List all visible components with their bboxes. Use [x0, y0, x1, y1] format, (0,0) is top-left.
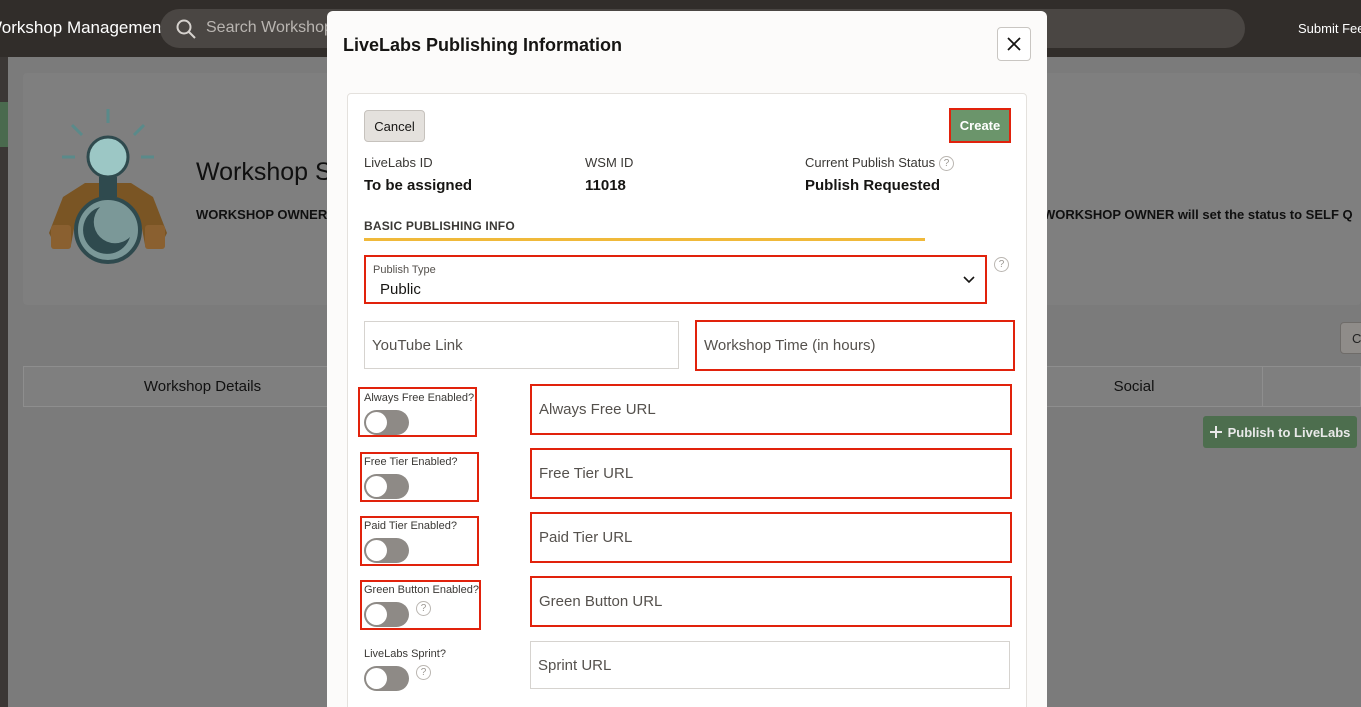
switch-knob — [366, 604, 387, 625]
publishing-form-region: Cancel Create LiveLabs ID To be assigned… — [347, 93, 1027, 707]
search-icon — [176, 19, 196, 39]
submit-feedback-link[interactable]: Submit Feedback — [1298, 21, 1361, 36]
publish-type-select[interactable]: Publish Type Public — [364, 255, 987, 304]
always-free-url-field[interactable]: Always Free URL — [530, 384, 1012, 435]
paid-tier-url-field[interactable]: Paid Tier URL — [530, 512, 1012, 563]
paid-tier-url-placeholder: Paid Tier URL — [539, 529, 633, 546]
hero-text-right: WORKSHOP OWNER will set the status to SE… — [1043, 207, 1353, 222]
sprint-label: LiveLabs Sprint? — [364, 648, 446, 660]
sprint-url-placeholder: Sprint URL — [538, 656, 612, 674]
free-tier-url-placeholder: Free Tier URL — [539, 465, 634, 482]
publish-type-value: Public — [380, 281, 421, 298]
green-button-switch[interactable] — [364, 602, 409, 627]
free-tier-url-field[interactable]: Free Tier URL — [530, 448, 1012, 499]
help-icon[interactable]: ? — [416, 601, 431, 616]
livelabs-id-value: To be assigned — [364, 177, 473, 194]
wsm-id-value: 11018 — [585, 177, 626, 194]
green-button-label: Green Button Enabled? — [364, 584, 479, 596]
help-icon[interactable]: ? — [416, 665, 431, 680]
section-underline — [364, 238, 925, 241]
always-free-label: Always Free Enabled? — [364, 392, 475, 404]
close-icon — [1007, 37, 1021, 51]
side-nav-active-marker — [0, 102, 8, 147]
youtube-link-field[interactable]: YouTube Link — [364, 321, 679, 369]
sprint-switch[interactable] — [364, 666, 409, 691]
switch-knob — [366, 668, 387, 689]
publish-to-livelabs-button[interactable]: Publish to LiveLabs — [1203, 416, 1357, 448]
publish-status-label-wrap: Current Publish Status? — [805, 155, 955, 172]
hero-text-left: WORKSHOP OWNER — [196, 207, 328, 222]
switch-knob — [366, 412, 387, 433]
side-nav-strip — [0, 57, 8, 707]
paid-tier-label: Paid Tier Enabled? — [364, 520, 457, 532]
free-tier-toggle-group: Free Tier Enabled? — [360, 452, 479, 502]
chevron-down-icon — [963, 276, 975, 284]
close-button[interactable] — [997, 27, 1031, 61]
green-button-url-placeholder: Green Button URL — [539, 593, 663, 610]
dialog-title: LiveLabs Publishing Information — [343, 35, 623, 55]
dialog-header: LiveLabs Publishing Information — [327, 11, 1047, 76]
green-button-toggle-group: Green Button Enabled? ? — [360, 580, 481, 630]
workshop-time-field[interactable]: Workshop Time (in hours) — [695, 320, 1015, 371]
free-tier-switch[interactable] — [364, 474, 409, 499]
sprint-url-field[interactable]: Sprint URL — [530, 641, 1010, 689]
create-button-highlight: Create — [949, 108, 1011, 143]
free-tier-label: Free Tier Enabled? — [364, 456, 458, 468]
publish-status-label: Current Publish Status — [805, 155, 936, 170]
always-free-url-placeholder: Always Free URL — [539, 401, 656, 418]
publish-to-livelabs-label: Publish to LiveLabs — [1227, 424, 1351, 440]
livelabs-id-label: LiveLabs ID — [364, 155, 433, 170]
switch-knob — [366, 540, 387, 561]
wsm-id-label: WSM ID — [585, 155, 634, 170]
workshop-time-placeholder: Workshop Time (in hours) — [704, 337, 876, 354]
search-placeholder: Search Workshops — [206, 19, 341, 36]
youtube-link-placeholder: YouTube Link — [372, 336, 463, 354]
create-button[interactable]: Create — [951, 110, 1009, 141]
always-free-switch[interactable] — [364, 410, 409, 435]
help-icon[interactable]: ? — [939, 156, 955, 172]
cancel-button[interactable]: Cancel — [364, 110, 425, 142]
sprint-toggle-group: LiveLabs Sprint? ? — [362, 646, 483, 696]
workshop-logo — [49, 109, 167, 264]
plus-icon — [1209, 426, 1222, 438]
switch-knob — [366, 476, 387, 497]
livelabs-publishing-dialog: LiveLabs Publishing Information Cancel C… — [327, 11, 1047, 707]
paid-tier-switch[interactable] — [364, 538, 409, 563]
publish-type-label: Publish Type — [373, 264, 436, 276]
background-action-button[interactable]: C — [1340, 322, 1361, 354]
always-free-toggle-group: Always Free Enabled? — [358, 387, 477, 437]
section-title: BASIC PUBLISHING INFO — [364, 219, 515, 233]
paid-tier-toggle-group: Paid Tier Enabled? — [360, 516, 479, 566]
help-icon[interactable]: ? — [994, 257, 1009, 272]
green-button-url-field[interactable]: Green Button URL — [530, 576, 1012, 627]
publish-status-value: Publish Requested — [805, 177, 941, 194]
